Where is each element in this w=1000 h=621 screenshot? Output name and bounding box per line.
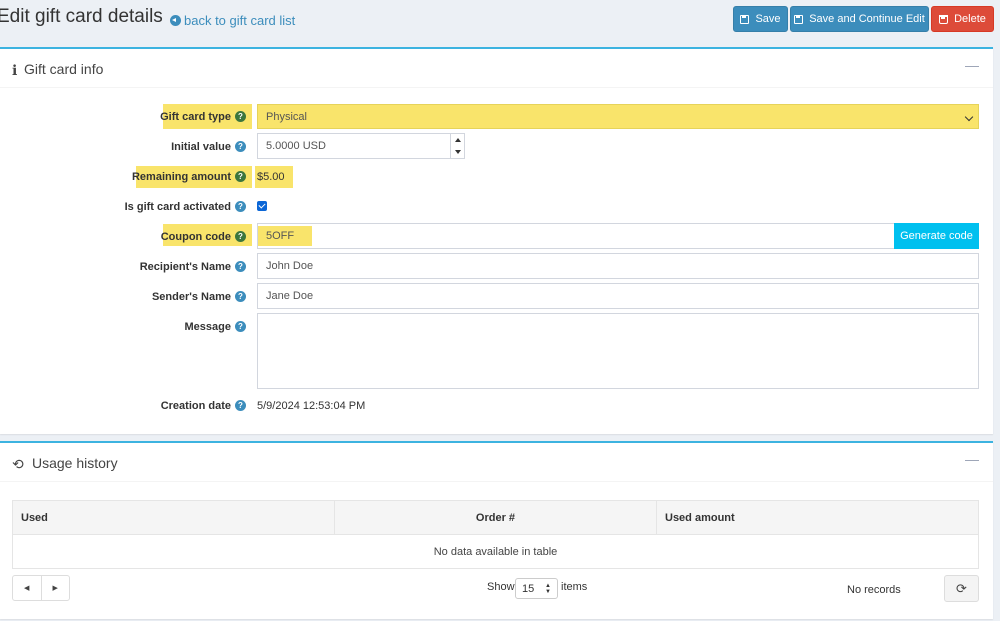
question-circle-icon[interactable]: ? [235,171,246,182]
question-circle-icon[interactable]: ? [235,141,246,152]
initial-value-input[interactable]: 5.0000 USD [257,133,465,159]
card-title: Gift card info [24,61,104,77]
floppy-disk-icon [794,14,804,24]
question-circle-icon[interactable]: ? [235,321,246,332]
gift-card-type-label: Gift card type [160,111,231,123]
question-circle-icon[interactable]: ? [235,400,246,411]
coupon-code-label: Coupon code [160,231,231,243]
delete-button[interactable]: Delete [931,6,994,32]
creation-date-value: 5/9/2024 12:53:04 PM [257,400,366,412]
show-label: Show [487,581,515,593]
floppy-disk-icon [740,14,750,24]
history-icon: ⟲ [12,456,24,472]
refresh-button[interactable]: ⟳ [944,575,979,602]
save-continue-label: Save and Continue Edit [809,13,925,25]
number-spinner[interactable] [450,134,464,158]
save-continue-button[interactable]: Save and Continue Edit [790,6,929,32]
info-icon: ℹ [12,62,18,78]
creation-date-label: Creation date [160,400,231,412]
message-textarea[interactable] [257,313,979,389]
back-to-list-link[interactable]: back to gift card list [170,13,295,28]
sender-name-value: Jane Doe [266,290,314,302]
initial-value-text: 5.0000 USD [266,140,326,152]
no-records-text: No records [847,584,901,596]
usage-history-card: ⟲ Usage history — Used Order # Used amou… [0,441,993,619]
question-circle-icon[interactable]: ? [235,201,246,212]
page-header: Edit gift card details back to gift card… [0,0,1000,44]
save-button-label: Save [755,13,781,25]
usage-history-header[interactable]: ⟲ Usage history — [0,443,993,482]
empty-table-message: No data available in table [12,534,979,569]
back-link-label: back to gift card list [184,13,296,28]
page-title: Edit gift card details [0,6,163,27]
remaining-amount-label: Remaining amount [131,171,231,183]
refresh-icon: ⟳ [956,580,967,596]
card-title: Usage history [32,455,118,471]
column-header-order[interactable]: Order # [334,500,657,535]
trash-icon [939,14,949,24]
spinner-up-icon[interactable] [455,138,461,142]
remaining-amount-value: $5.00 [257,171,285,183]
delete-button-label: Delete [954,13,986,25]
recipient-name-input[interactable]: John Doe [257,253,979,279]
spinner-down-icon[interactable] [455,150,461,154]
question-circle-icon[interactable]: ? [235,111,246,122]
pagination: ◀ ▶ [12,575,70,601]
arrow-circle-left-icon [170,15,181,26]
recipient-name-label: Recipient's Name [139,261,231,273]
gift-card-info-header[interactable]: ℹ Gift card info — [0,49,993,88]
column-header-used[interactable]: Used [12,500,335,535]
activated-checkbox[interactable] [257,201,267,211]
sender-name-label: Sender's Name [151,291,231,303]
initial-value-label: Initial value [171,141,231,153]
updown-icon: ▲ ▼ [545,583,551,595]
items-label: items [561,581,588,593]
gift-card-type-select[interactable]: Physical [257,104,979,129]
activated-label: Is gift card activated [124,201,231,213]
generate-code-button[interactable]: Generate code [894,223,979,249]
coupon-code-value: 5OFF [258,226,313,246]
usage-history-table: Used Order # Used amount No data availab… [12,500,979,569]
question-circle-icon[interactable]: ? [235,261,246,272]
prev-page-icon[interactable]: ◀ [13,576,42,600]
page-size-select[interactable]: 15 ▲ ▼ [515,578,558,599]
column-header-used-amount[interactable]: Used amount [656,500,979,535]
gift-card-info-card: ℹ Gift card info — Gift card type ? Phys… [0,47,993,434]
next-page-icon[interactable]: ▶ [42,576,70,600]
recipient-name-value: John Doe [266,260,314,272]
chevron-down-icon [964,112,974,122]
question-circle-icon[interactable]: ? [235,291,246,302]
page-size-value: 15 [522,582,535,595]
message-label: Message [184,321,231,333]
sender-name-input[interactable]: Jane Doe [257,283,979,309]
save-button[interactable]: Save [733,6,788,32]
coupon-code-input[interactable]: 5OFF [257,223,895,249]
collapse-icon[interactable]: — [965,57,979,73]
gift-card-type-value: Physical [266,110,307,123]
collapse-icon[interactable]: — [965,451,979,467]
question-circle-icon[interactable]: ? [235,231,246,242]
